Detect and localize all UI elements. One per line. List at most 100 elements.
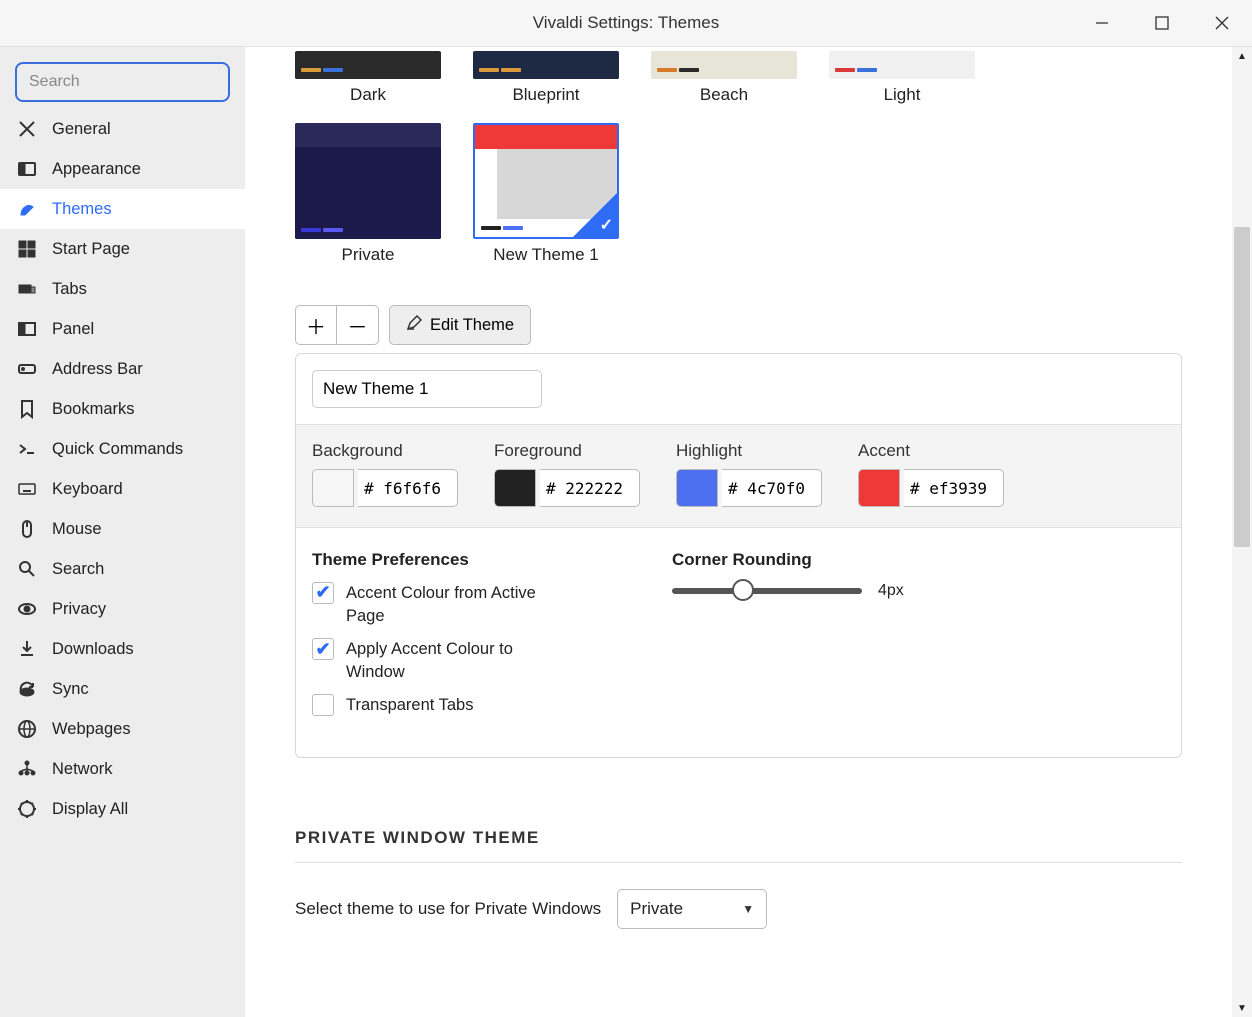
sidebar-item-bookmarks[interactable]: Bookmarks [0, 389, 245, 429]
sidebar-item-search[interactable]: Search [0, 549, 245, 589]
color-swatch-accent[interactable] [858, 469, 900, 507]
sidebar-item-label: Display All [52, 800, 128, 819]
sidebar-item-startpage[interactable]: Start Page [0, 229, 245, 269]
sidebar-item-network[interactable]: Network [0, 749, 245, 789]
minimize-button[interactable] [1072, 0, 1132, 47]
sidebar-item-label: Appearance [52, 160, 141, 179]
pref-accent-to-window[interactable]: Apply Accent Colour to Window [312, 638, 572, 684]
general-icon [16, 119, 38, 139]
appearance-icon [16, 159, 38, 179]
sidebar-item-general[interactable]: General [0, 109, 245, 149]
sidebar-item-tabs[interactable]: Tabs [0, 269, 245, 309]
sidebar-item-label: Bookmarks [52, 400, 135, 419]
theme-label: Dark [295, 85, 441, 105]
color-swatch-foreground[interactable] [494, 469, 536, 507]
add-theme-button[interactable]: ＋ [295, 305, 337, 345]
slider-knob[interactable] [732, 579, 754, 601]
corner-rounding-value: 4px [878, 582, 904, 600]
color-hex-background[interactable] [358, 469, 458, 507]
sidebar-item-label: Search [52, 560, 104, 579]
theme-label: Blueprint [473, 85, 619, 105]
settings-sidebar: General Appearance Themes Start Page Tabs Pan… [0, 47, 245, 1017]
corner-rounding-slider[interactable] [672, 588, 862, 594]
theme-thumb-blueprint[interactable] [473, 51, 619, 79]
sidebar-item-webpages[interactable]: Webpages [0, 709, 245, 749]
sidebar-item-label: Start Page [52, 240, 130, 259]
addressbar-icon [16, 359, 38, 379]
sidebar-item-label: Webpages [52, 720, 131, 739]
color-hex-highlight[interactable] [722, 469, 822, 507]
theme-thumb-light[interactable] [829, 51, 975, 79]
settings-content: DarkBlueprintBeachLight Private✓New Them… [245, 47, 1232, 1017]
maximize-button[interactable] [1132, 0, 1192, 47]
checkbox-accent-to-window[interactable] [312, 638, 334, 660]
theme-label: Beach [651, 85, 797, 105]
edit-theme-button[interactable]: Edit Theme [389, 305, 531, 345]
window-title: Vivaldi Settings: Themes [533, 13, 719, 33]
sidebar-item-themes[interactable]: Themes [0, 189, 245, 229]
sidebar-item-displayall[interactable]: Display All [0, 789, 245, 829]
mouse-icon [16, 519, 38, 539]
checkbox-transparent-tabs[interactable] [312, 694, 334, 716]
sidebar-item-sync[interactable]: Sync [0, 669, 245, 709]
sidebar-item-label: Keyboard [52, 480, 123, 499]
sidebar-item-label: Mouse [52, 520, 102, 539]
theme-thumb-dark[interactable] [295, 51, 441, 79]
sidebar-item-label: Address Bar [52, 360, 143, 379]
theme-thumb-newtheme1[interactable]: ✓ [473, 123, 619, 239]
titlebar: Vivaldi Settings: Themes [0, 0, 1252, 47]
close-button[interactable] [1192, 0, 1252, 47]
theme-prefs-title: Theme Preferences [312, 550, 612, 570]
sidebar-item-label: Privacy [52, 600, 106, 619]
theme-editor: BackgroundForegroundHighlightAccent Them… [295, 353, 1182, 758]
sidebar-item-quickcommands[interactable]: Quick Commands [0, 429, 245, 469]
color-hex-foreground[interactable] [540, 469, 640, 507]
scrollbar[interactable]: ▲ ▼ [1232, 47, 1252, 1017]
color-swatch-highlight[interactable] [676, 469, 718, 507]
sidebar-item-label: Tabs [52, 280, 87, 299]
sidebar-item-label: Network [52, 760, 113, 779]
private-section-title: PRIVATE WINDOW THEME [295, 828, 1182, 848]
sidebar-item-downloads[interactable]: Downloads [0, 629, 245, 669]
color-label-foreground: Foreground [494, 441, 640, 461]
quickcommands-icon [16, 439, 38, 459]
window-controls [1072, 0, 1252, 46]
pref-accent-from-page[interactable]: Accent Colour from Active Page [312, 582, 572, 628]
sidebar-item-label: Quick Commands [52, 440, 183, 459]
search-icon [16, 559, 38, 579]
keyboard-icon [16, 479, 38, 499]
edit-theme-label: Edit Theme [430, 316, 514, 335]
privacy-icon [16, 599, 38, 619]
color-label-background: Background [312, 441, 458, 461]
remove-theme-button[interactable]: － [337, 305, 379, 345]
theme-thumb-private[interactable] [295, 123, 441, 239]
theme-name-input[interactable] [312, 370, 542, 408]
theme-thumb-beach[interactable] [651, 51, 797, 79]
panel-icon [16, 319, 38, 339]
sidebar-item-label: Themes [52, 200, 112, 219]
scroll-up-arrow[interactable]: ▲ [1232, 47, 1252, 65]
pref-label: Accent Colour from Active Page [346, 582, 572, 628]
scroll-down-arrow[interactable]: ▼ [1232, 999, 1252, 1017]
sidebar-item-keyboard[interactable]: Keyboard [0, 469, 245, 509]
sidebar-item-mouse[interactable]: Mouse [0, 509, 245, 549]
tabs-icon [16, 279, 38, 299]
network-icon [16, 759, 38, 779]
checkbox-accent-from-page[interactable] [312, 582, 334, 604]
color-hex-accent[interactable] [904, 469, 1004, 507]
sidebar-item-privacy[interactable]: Privacy [0, 589, 245, 629]
scrollbar-thumb[interactable] [1234, 227, 1250, 547]
sidebar-item-label: Sync [52, 680, 89, 699]
startpage-icon [16, 239, 38, 259]
sidebar-item-appearance[interactable]: Appearance [0, 149, 245, 189]
color-swatch-background[interactable] [312, 469, 354, 507]
search-input[interactable] [15, 62, 230, 102]
sidebar-item-label: Downloads [52, 640, 134, 659]
sidebar-item-panel[interactable]: Panel [0, 309, 245, 349]
color-label-highlight: Highlight [676, 441, 822, 461]
sidebar-item-addressbar[interactable]: Address Bar [0, 349, 245, 389]
private-theme-selected: Private [630, 899, 683, 919]
pref-transparent-tabs[interactable]: Transparent Tabs [312, 694, 572, 717]
private-theme-select[interactable]: Private [617, 889, 767, 929]
theme-label: Private [295, 245, 441, 265]
